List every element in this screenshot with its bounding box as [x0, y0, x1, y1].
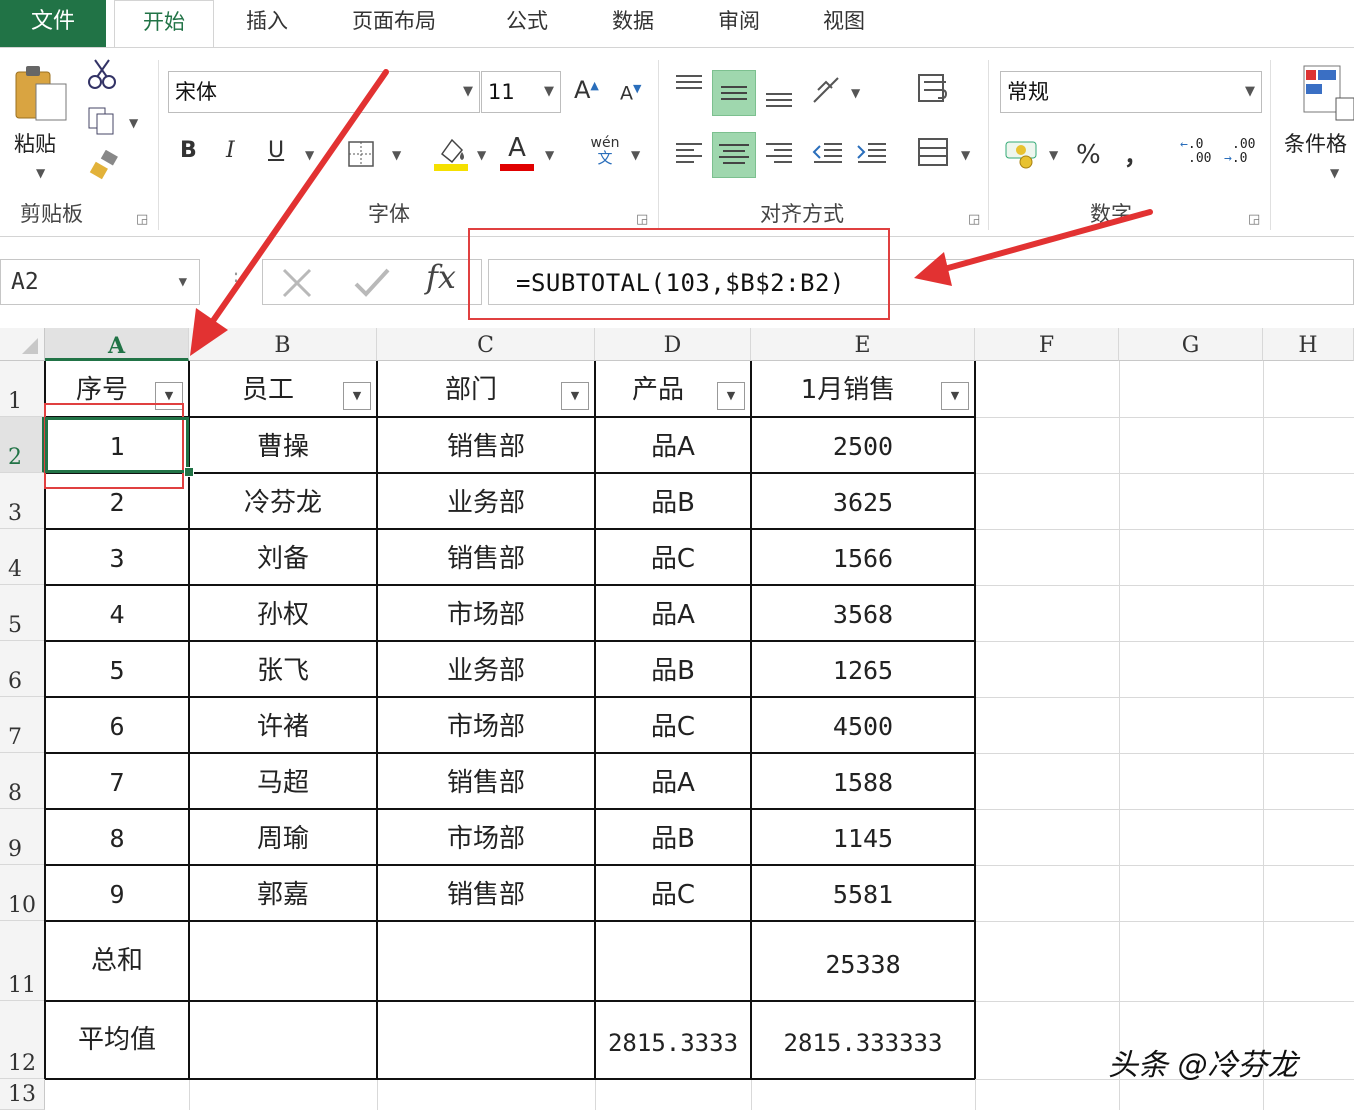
arrow-to-formula-icon — [914, 209, 1153, 286]
annotation-arrows — [190, 69, 1153, 356]
watermark: 头条 @冷芬龙 — [1108, 1048, 1298, 1083]
arrow-to-cell-icon — [190, 69, 389, 356]
